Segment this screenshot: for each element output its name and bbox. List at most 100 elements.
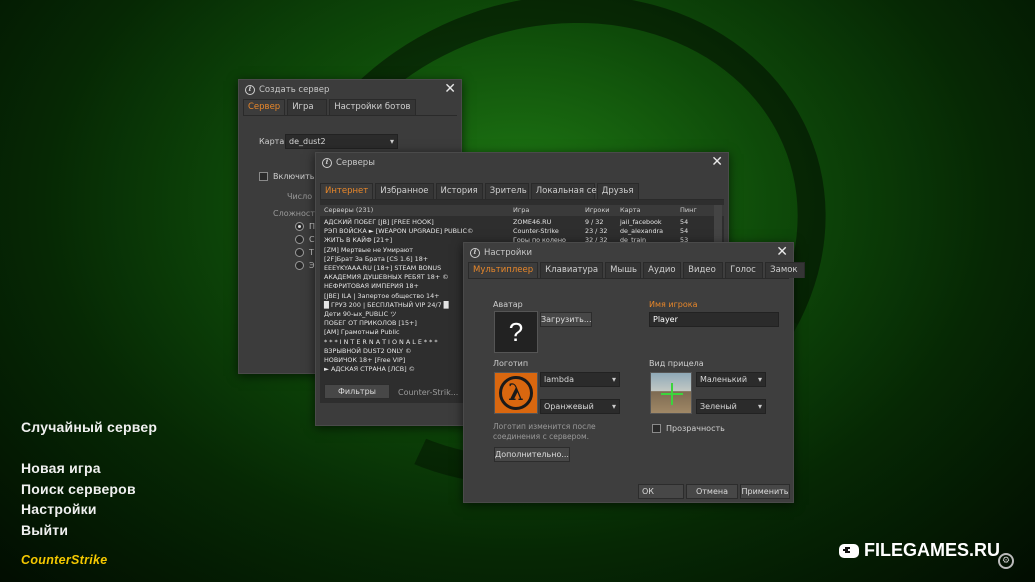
server-row-name[interactable]: Дети 90-ых_PUBLIC ツ <box>324 310 397 319</box>
server-row-ping: 54 <box>680 227 689 236</box>
window-title: Серверы <box>336 158 375 168</box>
server-row-ping: 54 <box>680 218 689 226</box>
server-row-name[interactable]: АДСКИЙ ПОБЕГ [JB] [FREE HOOK] <box>324 218 434 227</box>
server-row-name[interactable]: EEEYKYAAA.RU [18+] STEAM BONUS <box>324 264 441 273</box>
enable-bots-checkbox[interactable] <box>259 172 268 181</box>
tab-multiplayer[interactable]: Мультиплеер <box>468 262 539 278</box>
player-name-label: Имя игрока <box>649 300 698 309</box>
steam-logo-icon: ℓ <box>322 158 332 168</box>
server-row-name[interactable]: [JBE] ILA | Запертое общество 14+ <box>324 292 440 301</box>
server-row-name[interactable]: * * * I N T E R N A T I O N A L E * * * <box>324 338 438 347</box>
difficulty-level-2: С <box>309 235 315 244</box>
tab-internet[interactable]: Интернет <box>320 183 374 199</box>
server-row-map: de_alexandra <box>620 227 664 236</box>
crosshair-preview <box>650 372 692 414</box>
tab-favorites[interactable]: Избранное <box>375 183 434 199</box>
server-row-name[interactable]: ► АДСКАЯ СТРАНА [ЛСВ] © <box>324 365 415 374</box>
apply-button[interactable]: Применить <box>740 484 790 499</box>
counter-strike-logo: CounterStrike <box>21 553 108 567</box>
logo-note: Логотип изменится после соединения с сер… <box>493 422 596 441</box>
server-row-name[interactable]: [AM] Грамотный Public <box>324 328 400 337</box>
filters-button[interactable]: Фильтры <box>324 384 390 399</box>
crosshair-size-select[interactable]: Маленький <box>696 372 766 387</box>
col-servers[interactable]: Серверы (231) <box>324 205 373 216</box>
server-row-name[interactable]: ЖИТЬ В КАЙФ [21+] <box>324 236 392 245</box>
tab-history[interactable]: История <box>435 183 483 199</box>
difficulty-radio-4[interactable] <box>295 261 304 270</box>
tab-mouse[interactable]: Мышь <box>605 262 642 278</box>
server-row-name[interactable]: НОВИЧОК 18+ [Free VIP] <box>324 356 405 365</box>
settings-window: ℓ Настройки ✕ Мультиплеер Клавиатура Мыш… <box>463 242 806 503</box>
tab-friends[interactable]: Друзья <box>596 183 639 199</box>
cancel-button[interactable]: Отмена <box>686 484 738 499</box>
difficulty-radio-1[interactable] <box>295 222 304 231</box>
col-players[interactable]: Игроки <box>585 205 610 216</box>
advanced-button[interactable]: Дополнительно... <box>494 447 570 462</box>
server-row-name[interactable]: ПОБЕГ ОТ ПРИКОЛОВ [15+] <box>324 319 417 328</box>
close-icon[interactable]: ✕ <box>776 244 788 260</box>
settings-panel: Аватар ? Загрузить... Имя игрока Player … <box>468 278 789 480</box>
steam-icon: ⚙ <box>998 553 1014 569</box>
transparency-checkbox[interactable] <box>652 424 661 433</box>
logo-color-select[interactable]: Оранжевый <box>540 399 620 414</box>
tab-keyboard[interactable]: Клавиатура <box>540 262 604 278</box>
steam-logo-icon: ℓ <box>245 85 255 95</box>
difficulty-label: Сложность <box>273 209 320 218</box>
ok-button[interactable]: ОК <box>638 484 684 499</box>
create-server-tabs: Сервер Игра Настройки ботов <box>243 99 418 115</box>
map-select[interactable]: de_dust2 <box>285 134 398 149</box>
filters-game-label: Counter-Strik... <box>398 388 459 397</box>
close-icon[interactable]: ✕ <box>711 154 723 170</box>
window-titlebar: ℓ Создать сервер <box>239 80 461 100</box>
server-row-name[interactable]: [2F]Брат За Брата [CS 1.6] 18+ <box>324 255 428 264</box>
gamepad-icon <box>839 543 859 558</box>
server-row-name[interactable]: ВЗРЫВНОЙ DUST2 ONLY © <box>324 347 412 356</box>
watermark: FILEGAMES.RU <box>839 540 1000 561</box>
close-icon[interactable]: ✕ <box>444 81 456 97</box>
server-row-game: Counter-Strike <box>513 227 559 236</box>
server-row-name[interactable]: █ ГРУЗ 200 | БЕСПЛАТНЫЙ VIP 24/7 █ <box>324 301 449 310</box>
main-menu-random: Случайный сервер <box>21 417 157 438</box>
menu-quit[interactable]: Выйти <box>21 520 136 541</box>
player-name-input[interactable]: Player <box>649 312 779 327</box>
tab-lan[interactable]: Локальная сеть <box>530 183 607 199</box>
difficulty-radio-3[interactable] <box>295 248 304 257</box>
server-row-players: 23 / 32 <box>585 227 608 236</box>
crosshair-color-select[interactable]: Зеленый <box>696 399 766 414</box>
server-row-name[interactable]: [ZM] Мертвые не Умирают <box>324 246 413 255</box>
tab-spectate[interactable]: Зритель <box>484 183 529 199</box>
col-map[interactable]: Карта <box>620 205 641 216</box>
menu-settings[interactable]: Настройки <box>21 499 136 520</box>
upload-avatar-button[interactable]: Загрузить... <box>540 312 592 327</box>
server-row-players: 9 / 32 <box>585 218 604 226</box>
tab-game[interactable]: Игра <box>287 99 328 115</box>
window-title: Создать сервер <box>259 85 330 95</box>
tab-audio[interactable]: Аудио <box>643 262 682 278</box>
server-row-name[interactable]: АКАДЕМИЯ ДУШЕВНЫХ РЕБЯТ 18+ © <box>324 273 449 282</box>
tab-server[interactable]: Сервер <box>243 99 286 115</box>
col-game[interactable]: Игра <box>513 205 529 216</box>
tab-bot-settings[interactable]: Настройки ботов <box>329 99 416 115</box>
difficulty-radio-2[interactable] <box>295 235 304 244</box>
watermark-text: FILEGAMES.RU <box>864 540 1001 560</box>
servers-tabs: Интернет Избранное История Зритель Локал… <box>320 183 641 199</box>
col-ping[interactable]: Пинг <box>680 205 697 216</box>
server-row-name[interactable]: РЭП ВОЙСКА ► [WEAPON UPGRADE] PUBLIC© <box>324 227 473 236</box>
tab-video[interactable]: Видео <box>683 262 724 278</box>
main-menu: Новая игра Поиск серверов Настройки Выйт… <box>21 458 136 540</box>
difficulty-level-4: Э <box>309 261 315 270</box>
transparency-label: Прозрачность <box>666 424 725 433</box>
logo-label: Логотип <box>493 359 529 368</box>
menu-random-server[interactable]: Случайный сервер <box>21 417 157 438</box>
steam-logo-icon: ℓ <box>470 248 480 258</box>
crosshair-label: Вид прицела <box>649 359 704 368</box>
tab-voice[interactable]: Голос <box>725 262 764 278</box>
server-row-game: ZOME46.RU <box>513 218 552 226</box>
logo-select[interactable]: lambda <box>540 372 620 387</box>
server-row-name[interactable]: НЕФРИТОВАЯ ИМПЕРИЯ 18+ <box>324 282 419 291</box>
tab-lock[interactable]: Замок <box>765 262 806 278</box>
menu-find-servers[interactable]: Поиск серверов <box>21 479 136 500</box>
menu-new-game[interactable]: Новая игра <box>21 458 136 479</box>
lambda-logo-icon: λ <box>494 372 538 414</box>
server-row-map: jail_facebook <box>620 218 662 226</box>
